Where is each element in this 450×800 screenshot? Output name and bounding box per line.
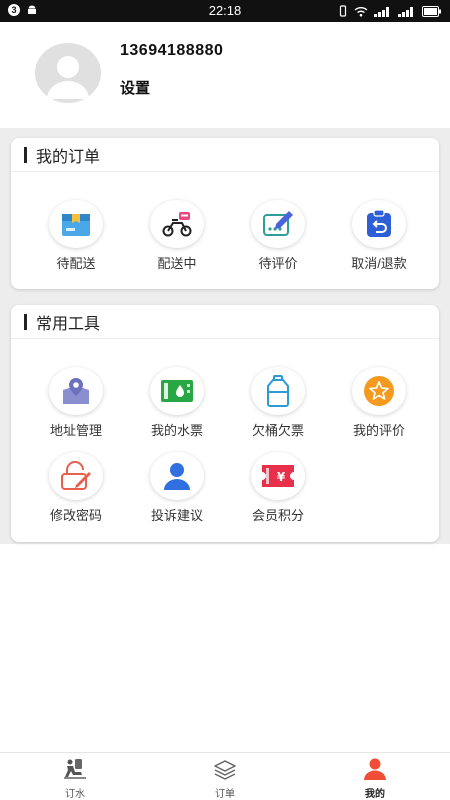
grid-label: 待配送 xyxy=(56,256,96,271)
change-password-icon-circle xyxy=(49,452,103,500)
box-icon xyxy=(62,214,90,236)
complaints-icon-circle xyxy=(150,452,204,500)
section-title: 我的订单 xyxy=(36,148,101,166)
tab-label: 订水 xyxy=(65,789,85,800)
tab-orders[interactable]: 订单 xyxy=(175,753,275,800)
user-icon xyxy=(164,463,190,490)
delivering-icon-circle xyxy=(150,200,204,248)
profile-header: 13694188880 设置 xyxy=(0,22,450,138)
svg-text:¥: ¥ xyxy=(277,470,286,484)
tool-owed-bottles-tickets[interactable]: 欠桶欠票 xyxy=(228,367,328,439)
settings-link[interactable]: 设置 xyxy=(120,77,150,98)
section-bar xyxy=(24,313,27,330)
grid-label: 取消/退款 xyxy=(351,256,407,271)
pending-delivery-icon-circle xyxy=(49,200,103,248)
tool-address-management[interactable]: 地址管理 xyxy=(26,367,126,439)
user-phone: 13694188880 xyxy=(120,42,224,59)
person-icon xyxy=(364,758,386,780)
wifi-icon xyxy=(354,6,368,16)
tab-order-water-icon-wrap xyxy=(25,753,125,781)
member-points-icon-circle: ¥ xyxy=(251,452,305,500)
my-orders-card: 我的订单 待配送 配送中 待评价 取消/退款 xyxy=(11,138,439,289)
tab-mine-icon-wrap xyxy=(325,753,425,781)
bottom-tab-bar: 订水 订单 我的 xyxy=(0,752,450,800)
status-bar: 3 22:18 xyxy=(0,0,450,22)
grid-label: 会员积分 xyxy=(251,508,304,523)
order-delivering[interactable]: 配送中 xyxy=(127,200,227,272)
section-bar xyxy=(24,146,27,163)
tool-my-reviews[interactable]: 我的评价 xyxy=(329,367,429,439)
tab-order-water[interactable]: 订水 xyxy=(25,753,125,800)
pending-review-icon-circle xyxy=(251,200,305,248)
grid-label: 修改密码 xyxy=(49,508,102,523)
grid-label: 我的评价 xyxy=(352,423,405,438)
signal-icon-2 xyxy=(398,6,413,17)
signal-icon xyxy=(374,6,389,17)
my-orders-header: 我的订单 xyxy=(11,138,439,172)
grid-label: 欠桶欠票 xyxy=(251,423,304,438)
common-tools-card: 常用工具 地址管理 我的水票 欠桶欠票 我的评价 修改密码 投诉建议 ¥ 会员积… xyxy=(11,305,439,542)
tool-member-points[interactable]: ¥ 会员积分 xyxy=(228,452,328,524)
water-ticket-icon xyxy=(161,380,193,402)
order-pending-review[interactable]: 待评价 xyxy=(228,200,328,272)
grid-label: 配送中 xyxy=(157,256,197,271)
water-bottle-icon xyxy=(267,375,289,407)
default-avatar-icon xyxy=(47,56,89,99)
common-tools-header: 常用工具 xyxy=(11,305,439,339)
tab-label: 我的 xyxy=(365,789,385,800)
review-pen-icon xyxy=(263,211,293,236)
avatar[interactable] xyxy=(35,43,101,103)
order-cancel-refund[interactable]: 取消/退款 xyxy=(329,200,429,272)
tab-orders-icon-wrap xyxy=(175,753,275,781)
tool-complaints-suggestions[interactable]: 投诉建议 xyxy=(127,452,227,524)
order-pending-delivery[interactable]: 待配送 xyxy=(26,200,126,272)
section-title: 常用工具 xyxy=(36,315,101,333)
tab-mine[interactable]: 我的 xyxy=(325,753,425,800)
grid-label: 待评价 xyxy=(258,256,298,271)
refund-clipboard-icon xyxy=(367,209,391,237)
grid-label: 地址管理 xyxy=(49,423,102,438)
yen-ticket-icon: ¥ xyxy=(262,465,294,487)
star-icon xyxy=(364,376,394,406)
my-reviews-icon-circle xyxy=(352,367,406,415)
tool-water-tickets[interactable]: 我的水票 xyxy=(127,367,227,439)
water-delivery-icon xyxy=(64,759,86,779)
grid-label: 我的水票 xyxy=(150,423,203,438)
water-ticket-icon-circle xyxy=(150,367,204,415)
tab-label: 订单 xyxy=(215,789,235,800)
vibrate-icon xyxy=(339,5,347,17)
grid-label: 投诉建议 xyxy=(150,508,203,523)
tool-change-password[interactable]: 修改密码 xyxy=(26,452,126,524)
address-icon-circle xyxy=(49,367,103,415)
water-bottle-icon-circle xyxy=(251,367,305,415)
scooter-icon xyxy=(162,212,192,237)
layers-icon xyxy=(214,760,236,780)
battery-icon xyxy=(422,5,441,17)
lock-edit-icon xyxy=(61,461,91,490)
location-pin-icon xyxy=(63,378,89,404)
cancel-refund-icon-circle xyxy=(352,200,406,248)
status-bar-right xyxy=(338,5,442,17)
